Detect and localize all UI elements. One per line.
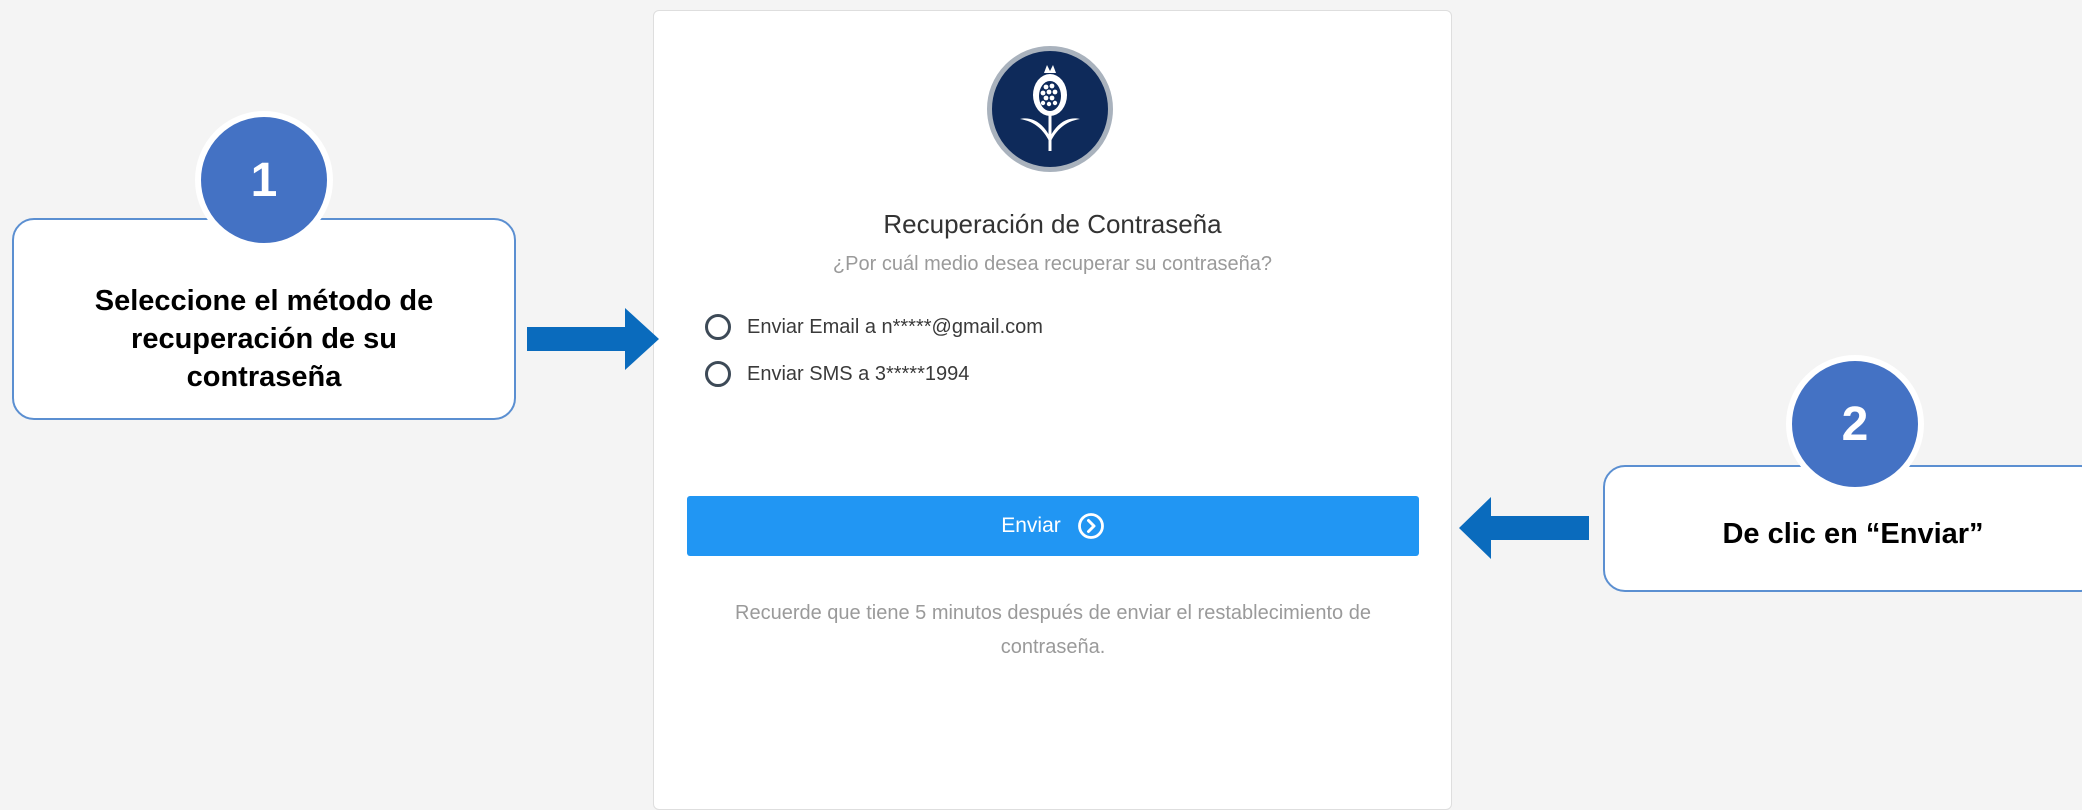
- send-button[interactable]: Enviar: [687, 496, 1419, 556]
- page-title: Recuperación de Contraseña: [883, 209, 1222, 239]
- arrow-right-icon: [527, 308, 659, 370]
- chevron-right-circle-icon: [1077, 512, 1105, 540]
- sms-recovery-option[interactable]: Enviar SMS a 3*****1994: [705, 361, 969, 387]
- email-recovery-option[interactable]: Enviar Email a n*****@gmail.com: [705, 314, 1043, 340]
- pomegranate-logo-icon: [987, 46, 1113, 172]
- sms-option-label: Enviar SMS a 3*****1994: [747, 362, 970, 385]
- email-radio-button[interactable]: [705, 314, 731, 340]
- time-limit-note: Recuerde que tiene 5 minutos después de …: [735, 602, 1371, 658]
- callout-2-text: De clic en “Enviar”: [1722, 517, 1984, 550]
- email-option-label: Enviar Email a n*****@gmail.com: [747, 315, 1043, 338]
- password-recovery-card: Recuperación de Contraseña ¿Por cuál med…: [653, 10, 1452, 810]
- send-button-label: Enviar: [1001, 514, 1061, 537]
- sms-radio-button[interactable]: [705, 361, 731, 387]
- arrow-left-icon: [1459, 497, 1589, 559]
- step-badge-2: 2: [1786, 355, 1924, 493]
- step-badge-1: 1: [195, 111, 333, 249]
- page-subtitle: ¿Por cuál medio desea recuperar su contr…: [832, 253, 1273, 275]
- callout-1-text: Seleccione el método de recuperación de …: [94, 285, 434, 393]
